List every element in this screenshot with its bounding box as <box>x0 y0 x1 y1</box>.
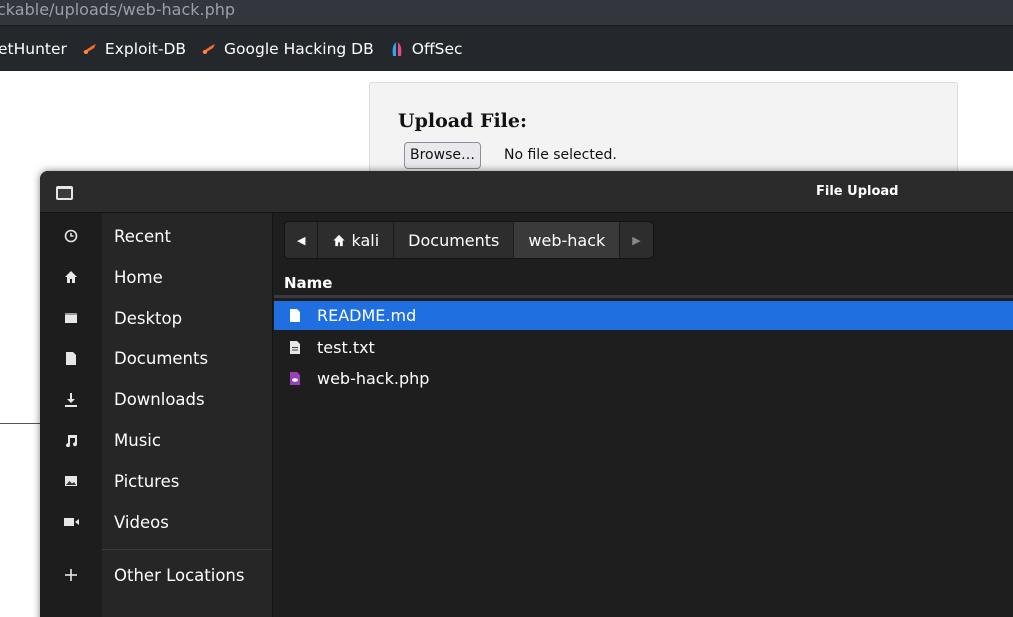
sidebar-item-documents[interactable]: Documents <box>40 338 272 378</box>
bookmark-label: OffSec <box>411 39 463 58</box>
dialog-titlebar[interactable]: File Upload <box>40 171 1013 213</box>
path-bar: ◀ kali Documents web-hack ▶ <box>284 221 654 259</box>
sidebar-item-label: Pictures <box>114 471 180 491</box>
clock-icon <box>62 227 80 245</box>
bookmark-label: etHunter <box>0 39 67 58</box>
desktop-icon <box>62 309 80 327</box>
file-name: test.txt <box>317 338 375 357</box>
sidebar-item-home[interactable]: Home <box>40 257 272 297</box>
path-segment-web-hack[interactable]: web-hack <box>514 222 621 258</box>
browse-button[interactable]: Browse… <box>404 142 481 169</box>
file-upload-dialog: File Upload Recent Home Desktop Document… <box>40 171 1013 617</box>
sidebar-item-pictures[interactable]: Pictures <box>40 461 272 501</box>
sidebar-item-videos[interactable]: Videos <box>40 502 272 542</box>
window-icon <box>56 186 73 200</box>
file-row[interactable]: test.txt <box>274 333 1013 362</box>
upload-title: Upload File: <box>398 110 527 132</box>
sidebar-item-label: Videos <box>114 512 169 532</box>
music-icon <box>62 431 80 449</box>
plus-icon <box>62 566 80 584</box>
file-row[interactable]: web-hack.php <box>274 364 1013 393</box>
sidebar-item-label: Downloads <box>114 389 205 409</box>
text-file-icon <box>288 340 302 356</box>
home-icon <box>62 268 80 286</box>
sidebar-item-label: Music <box>114 430 161 450</box>
download-icon <box>62 390 80 408</box>
bookmark-label: Exploit-DB <box>104 39 187 58</box>
file-name: web-hack.php <box>317 369 430 388</box>
chevron-left-icon: ◀ <box>297 233 306 247</box>
file-browser: ◀ kali Documents web-hack ▶ Name README.… <box>274 213 1013 617</box>
sidebar-item-label: Home <box>114 267 163 287</box>
video-icon <box>62 513 80 531</box>
url-text: ckable/uploads/web-hack.php <box>0 0 236 19</box>
sidebar-item-label: Desktop <box>114 308 183 328</box>
divider <box>0 423 42 424</box>
no-file-status: No file selected. <box>504 147 617 163</box>
bookmark-offsec[interactable]: OffSec <box>389 40 463 58</box>
sidebar-item-label: Documents <box>114 348 209 368</box>
sidebar-separator <box>102 549 272 550</box>
php-file-icon <box>288 371 302 387</box>
bookmark-label: Google Hacking DB <box>224 39 374 58</box>
home-icon <box>332 234 346 247</box>
bookmark-google-hacking-db[interactable]: Google Hacking DB <box>201 40 374 58</box>
offsec-icon <box>389 41 405 57</box>
path-segment-label: kali <box>351 230 380 250</box>
url-bar[interactable]: ckable/uploads/web-hack.php <box>0 0 1013 25</box>
path-forward-button[interactable]: ▶ <box>620 222 652 258</box>
file-icon <box>288 308 302 324</box>
sidebar-item-desktop[interactable]: Desktop <box>40 298 272 338</box>
path-segment-label: Documents <box>408 230 500 250</box>
exploitdb-icon <box>82 41 98 57</box>
places-sidebar: Recent Home Desktop Documents Downloads <box>40 213 273 617</box>
chevron-right-icon: ▶ <box>632 233 641 247</box>
path-segment-label: web-hack <box>528 230 606 250</box>
bookmarks-toolbar: etHunter Exploit-DB Google Hacking DB Of… <box>0 25 1013 71</box>
path-segment-documents[interactable]: Documents <box>394 222 515 258</box>
sidebar-item-downloads[interactable]: Downloads <box>40 379 272 419</box>
picture-icon <box>62 472 80 490</box>
sidebar-item-label: Recent <box>114 226 172 246</box>
document-icon <box>62 349 80 367</box>
column-header-name[interactable]: Name <box>274 269 1013 298</box>
exploitdb-icon <box>201 41 217 57</box>
sidebar-item-music[interactable]: Music <box>40 420 272 460</box>
file-row[interactable]: README.md <box>274 301 1013 330</box>
sidebar-item-label: Other Locations <box>114 565 245 585</box>
path-segment-home[interactable]: kali <box>318 222 395 258</box>
sidebar-item-other-locations[interactable]: Other Locations <box>40 555 272 595</box>
bookmark-nethunter[interactable]: etHunter <box>0 40 67 58</box>
path-back-button[interactable]: ◀ <box>285 222 319 258</box>
dialog-title: File Upload <box>816 184 899 199</box>
sidebar-item-recent[interactable]: Recent <box>40 216 272 256</box>
bookmark-exploit-db[interactable]: Exploit-DB <box>82 40 186 58</box>
file-name: README.md <box>317 306 417 325</box>
